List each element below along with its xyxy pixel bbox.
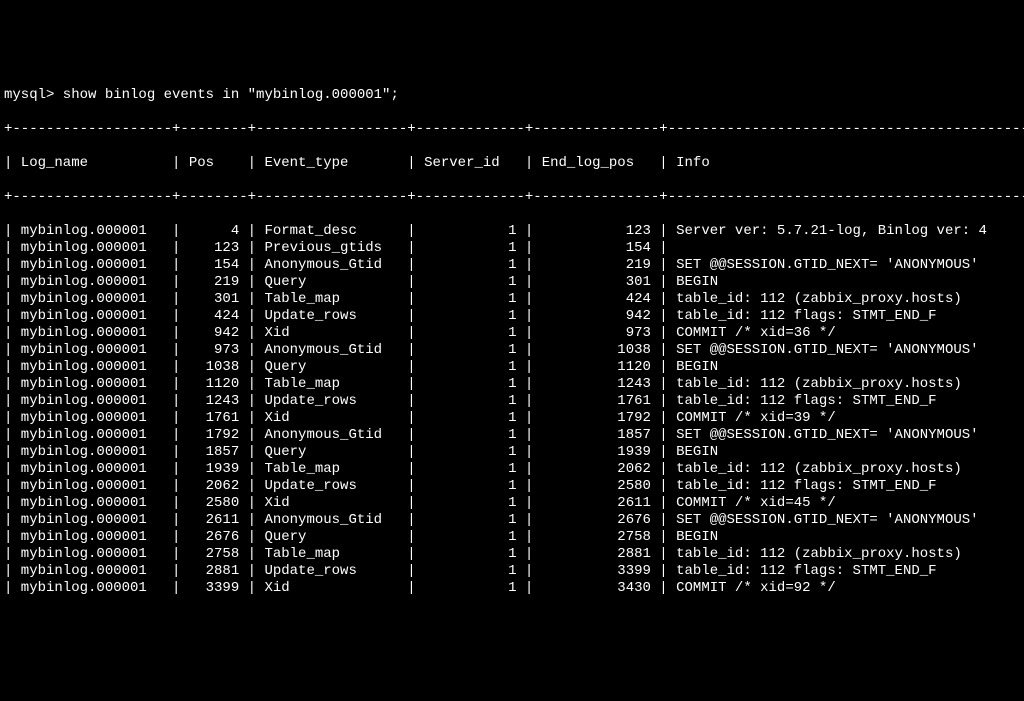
table-body: | mybinlog.000001 | 4 | Format_desc | 1 … bbox=[4, 223, 1020, 597]
sql-prompt[interactable]: mysql> show binlog events in "mybinlog.0… bbox=[4, 87, 1020, 104]
table-border-mid: +-------------------+--------+----------… bbox=[4, 189, 1020, 206]
table-header: | Log_name | Pos | Event_type | Server_i… bbox=[4, 155, 1020, 172]
terminal-output: mysql> show binlog events in "mybinlog.0… bbox=[0, 68, 1024, 616]
table-border-top: +-------------------+--------+----------… bbox=[4, 121, 1020, 138]
